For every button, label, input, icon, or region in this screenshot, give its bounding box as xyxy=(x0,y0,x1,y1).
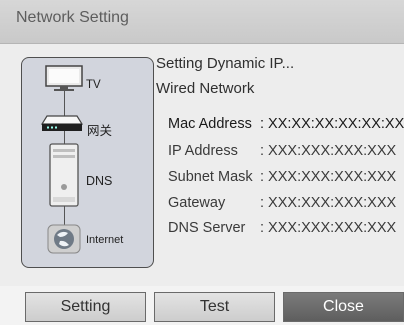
info-label: Subnet Mask xyxy=(168,169,253,185)
info-label: IP Address xyxy=(168,143,238,159)
server-icon xyxy=(49,143,79,207)
info-row-mac-address: Mac Address : XX:XX:XX:XX:XX:XX xyxy=(168,116,404,132)
connection-type: Wired Network xyxy=(156,80,255,97)
device-label-gateway: 网关 xyxy=(87,124,113,138)
test-button[interactable]: Test xyxy=(154,292,275,322)
info-row-subnet-mask: Subnet Mask : XXX:XXX:XXX:XXX xyxy=(168,169,396,185)
info-value: : XX:XX:XX:XX:XX:XX xyxy=(260,116,404,132)
status-message: Setting Dynamic IP... xyxy=(156,55,295,72)
info-value: : XXX:XXX:XXX:XXX xyxy=(260,169,397,185)
tv-icon xyxy=(45,65,83,91)
info-value: : XXX:XXX:XXX:XXX xyxy=(260,195,397,211)
network-setting-dialog: Network Setting TV 网关 DNS Internet Setti… xyxy=(0,0,404,325)
setting-button[interactable]: Setting xyxy=(25,292,146,322)
globe-icon xyxy=(47,224,81,254)
info-row-ip-address: IP Address : XXX:XXX:XXX:XXX xyxy=(168,143,396,159)
device-label-internet: Internet xyxy=(86,234,124,246)
info-label: Mac Address xyxy=(168,116,252,132)
window-title: Network Setting xyxy=(16,9,129,26)
device-label-dns: DNS xyxy=(86,174,113,188)
gateway-icon xyxy=(41,115,83,131)
close-button[interactable]: Close xyxy=(283,292,404,322)
info-label: Gateway xyxy=(168,195,226,211)
title-bar: Network Setting xyxy=(0,0,404,44)
info-value: : XXX:XXX:XXX:XXX xyxy=(260,143,397,159)
info-value: : XXX:XXX:XXX:XXX xyxy=(260,220,397,236)
device-label-tv: TV xyxy=(86,79,101,91)
info-row-gateway: Gateway : XXX:XXX:XXX:XXX xyxy=(168,195,396,211)
info-label: DNS Server xyxy=(168,220,246,236)
info-row-dns-server: DNS Server : XXX:XXX:XXX:XXX xyxy=(168,220,396,236)
